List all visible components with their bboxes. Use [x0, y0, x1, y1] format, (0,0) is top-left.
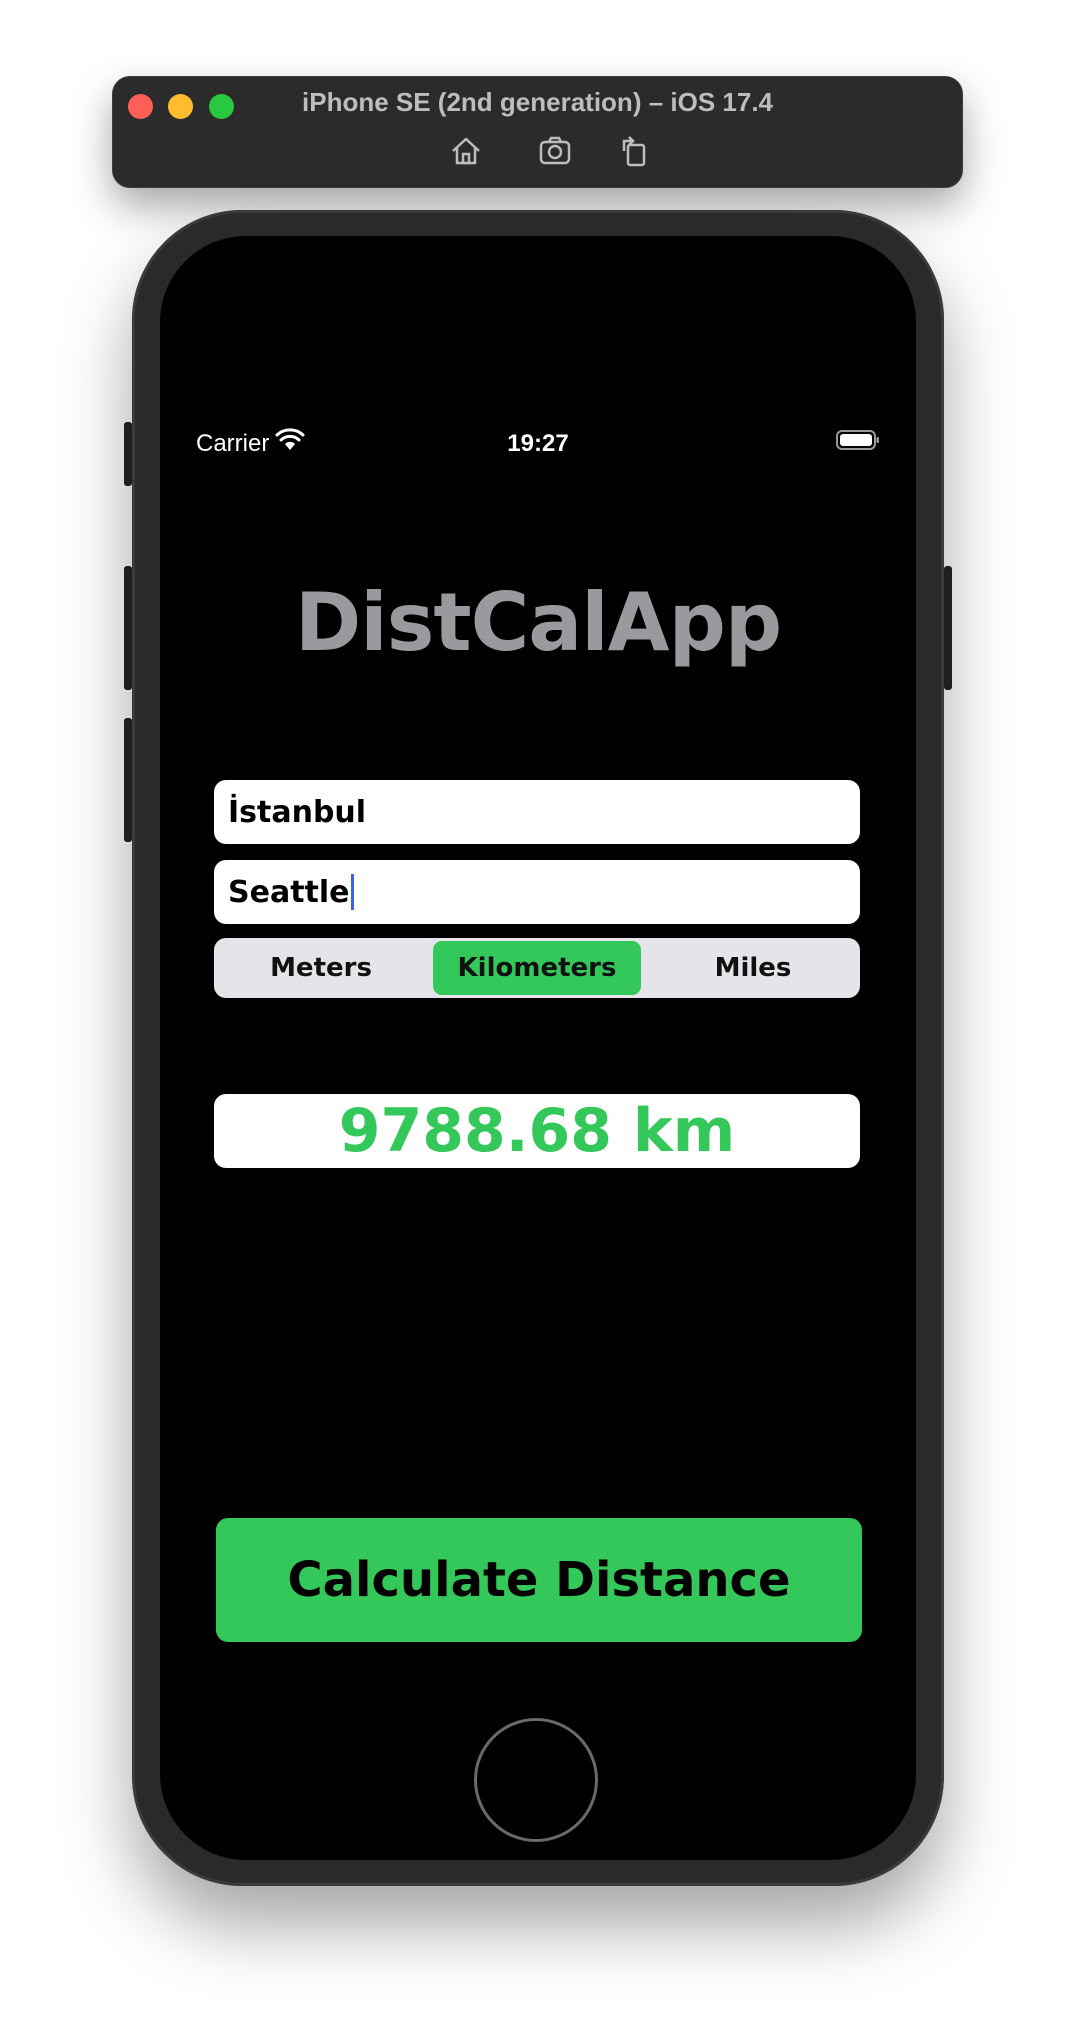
- volume-up-button: [124, 566, 132, 690]
- home-icon[interactable]: [448, 133, 484, 169]
- destination-city-value: Seattle: [228, 874, 350, 910]
- calculate-distance-button[interactable]: Calculate Distance: [216, 1518, 862, 1642]
- rotate-icon[interactable]: [616, 133, 652, 169]
- window-title: iPhone SE (2nd generation) – iOS 17.4: [302, 87, 773, 117]
- origin-city-field[interactable]: İstanbul: [214, 780, 860, 844]
- origin-city-value: İstanbul: [228, 794, 367, 830]
- simulator-toolbar: iPhone SE (2nd generation) – iOS 17.4: [112, 76, 963, 188]
- volume-down-button: [124, 718, 132, 842]
- screenshot-icon[interactable]: [537, 133, 573, 169]
- distance-result: 9788.68 km: [214, 1094, 860, 1168]
- status-time: 19:27: [507, 430, 569, 457]
- app-title: DistCalApp: [294, 576, 782, 669]
- mute-switch: [124, 422, 132, 486]
- unit-segmented-control[interactable]: Meters Kilometers Miles: [214, 938, 860, 998]
- home-button[interactable]: [474, 1718, 598, 1842]
- text-cursor: [350, 874, 354, 910]
- destination-city-field[interactable]: Seattle: [214, 860, 860, 924]
- segment-miles[interactable]: Miles: [649, 941, 857, 995]
- phone-screen: Carrier 19:27 DistCalApp İstanbul Seattl…: [160, 236, 916, 1860]
- segment-meters[interactable]: Meters: [217, 941, 425, 995]
- segment-kilometers[interactable]: Kilometers: [433, 941, 641, 995]
- simulator-stage: iPhone SE (2nd generation) – iOS 17.4 Ca…: [0, 0, 1074, 2036]
- battery-icon: [836, 428, 880, 452]
- power-button: [944, 566, 952, 690]
- status-bar: Carrier 19:27: [160, 424, 916, 464]
